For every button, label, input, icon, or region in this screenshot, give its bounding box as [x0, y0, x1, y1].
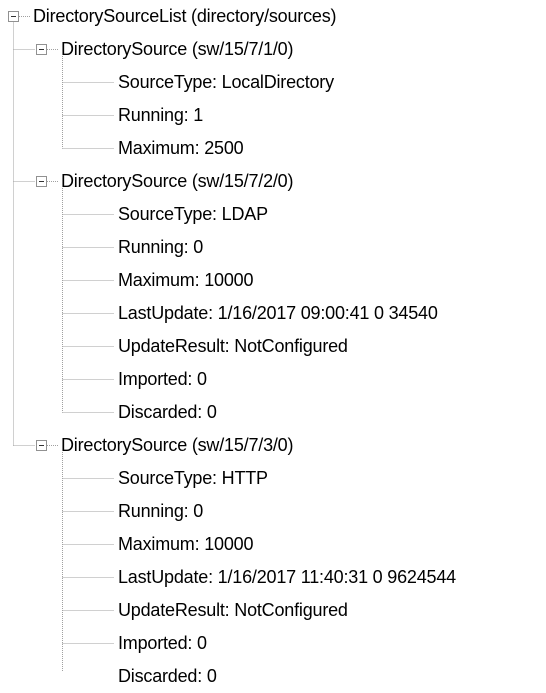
tree-leaf-property[interactable]: Running: 1	[0, 99, 546, 132]
tree-leaf-property[interactable]: Imported: 0	[0, 363, 546, 396]
tree-leaf-property[interactable]: Discarded: 0	[0, 396, 546, 429]
tree-leaf-property[interactable]: UpdateResult: NotConfigured	[0, 594, 546, 627]
tree-node-directory-source[interactable]: DirectorySource (sw/15/7/3/0)	[0, 429, 546, 462]
tree-leaf-property-label: Discarded: 0	[118, 666, 217, 686]
tree-leaf-property-label: SourceType: HTTP	[118, 468, 268, 488]
tree-node-directory-source-label: DirectorySource (sw/15/7/3/0)	[61, 435, 294, 455]
tree-leaf-property-label: Imported: 0	[118, 369, 207, 389]
tree-leaf-property-label: SourceType: LocalDirectory	[118, 72, 334, 92]
tree-leaf-property-label: Running: 0	[118, 501, 204, 521]
tree-leaf-property-label: Maximum: 2500	[118, 138, 244, 158]
tree-leaf-property[interactable]: Running: 0	[0, 231, 546, 264]
tree-leaf-property-label: LastUpdate: 1/16/2017 09:00:41 0 34540	[118, 303, 438, 323]
tree-node-directory-source-label: DirectorySource (sw/15/7/1/0)	[61, 39, 294, 59]
tree-node-directory-source[interactable]: DirectorySource (sw/15/7/2/0)	[0, 165, 546, 198]
tree-leaf-property[interactable]: Running: 0	[0, 495, 546, 528]
tree-view[interactable]: DirectorySourceList (directory/sources) D…	[0, 0, 546, 686]
tree-leaf-property-label: LastUpdate: 1/16/2017 11:40:31 0 9624544	[118, 567, 456, 587]
tree-leaf-property-label: Maximum: 10000	[118, 534, 254, 554]
tree-leaf-property-label: Maximum: 10000	[118, 270, 254, 290]
collapse-toggle-icon[interactable]	[8, 11, 19, 22]
tree-leaf-property[interactable]: UpdateResult: NotConfigured	[0, 330, 546, 363]
tree-leaf-property[interactable]: LastUpdate: 1/16/2017 09:00:41 0 34540	[0, 297, 546, 330]
tree-node-directory-source-label: DirectorySource (sw/15/7/2/0)	[61, 171, 294, 191]
collapse-toggle-icon[interactable]	[36, 44, 47, 55]
tree-leaf-property-label: Running: 1	[118, 105, 204, 125]
collapse-toggle-icon[interactable]	[36, 440, 47, 451]
tree-leaf-property[interactable]: Maximum: 10000	[0, 264, 546, 297]
tree-leaf-property[interactable]: SourceType: LDAP	[0, 198, 546, 231]
tree-leaf-property[interactable]: Maximum: 2500	[0, 132, 546, 165]
tree-node-directory-source[interactable]: DirectorySource (sw/15/7/1/0)	[0, 33, 546, 66]
tree-leaf-property[interactable]: SourceType: HTTP	[0, 462, 546, 495]
collapse-toggle-icon[interactable]	[36, 176, 47, 187]
tree-leaf-property-label: Imported: 0	[118, 633, 207, 653]
tree-node-root-label: DirectorySourceList (directory/sources)	[33, 6, 337, 26]
tree-leaf-property-label: Discarded: 0	[118, 402, 217, 422]
tree-leaf-property[interactable]: Maximum: 10000	[0, 528, 546, 561]
tree-leaf-property-label: UpdateResult: NotConfigured	[118, 600, 348, 620]
tree-leaf-property[interactable]: Discarded: 0	[0, 660, 546, 693]
tree-leaf-property-label: UpdateResult: NotConfigured	[118, 336, 348, 356]
tree-node-root[interactable]: DirectorySourceList (directory/sources)	[0, 0, 546, 33]
tree-leaf-property[interactable]: Imported: 0	[0, 627, 546, 660]
tree-leaf-property[interactable]: LastUpdate: 1/16/2017 11:40:31 0 9624544	[0, 561, 546, 594]
tree-leaf-property[interactable]: SourceType: LocalDirectory	[0, 66, 546, 99]
tree-leaf-property-label: Running: 0	[118, 237, 204, 257]
tree-leaf-property-label: SourceType: LDAP	[118, 204, 268, 224]
